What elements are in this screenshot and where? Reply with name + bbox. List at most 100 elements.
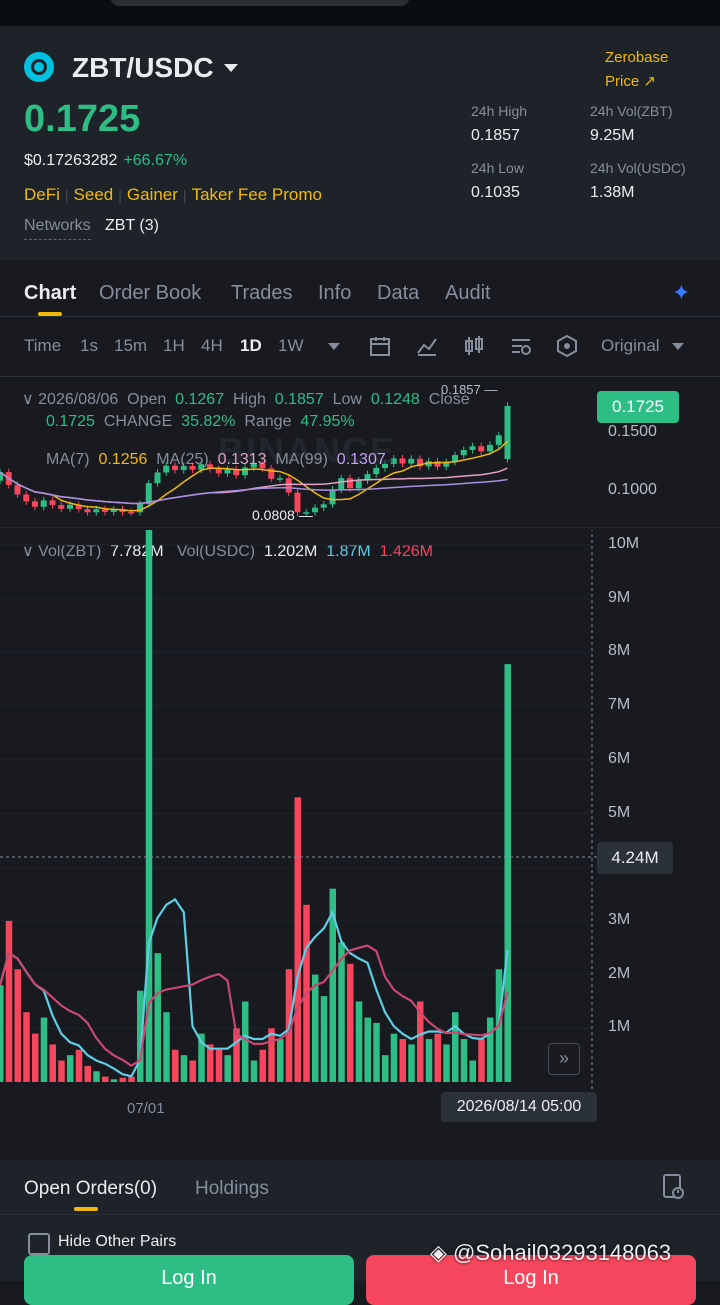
tag-separator: | <box>118 187 122 203</box>
price-axis-label: 0.1500 <box>608 423 657 440</box>
ma99-label: MA(99) <box>275 451 328 468</box>
candle-body <box>285 478 292 493</box>
high-value: 0.1857 <box>471 127 520 144</box>
tag-list: DeFi | Seed | Gainer | Taker Fee Promo <box>24 185 322 205</box>
tab-info[interactable]: Info <box>318 282 351 305</box>
networks-label[interactable]: Networks <box>24 217 91 240</box>
tab-chart[interactable]: Chart <box>24 282 76 305</box>
candle-body <box>347 478 353 489</box>
candle-body <box>67 504 73 509</box>
range-value: 47.95% <box>300 413 355 430</box>
last-price-tag: 0.1725 <box>597 391 679 423</box>
candle-body <box>154 472 161 484</box>
volume-bar <box>478 1039 485 1082</box>
vol-zbt-value: 9.25M <box>590 127 635 144</box>
range-label: Range <box>244 413 292 430</box>
volume-chart[interactable] <box>0 530 600 1090</box>
open-label: Open <box>127 391 167 408</box>
ai-sparkle-icon[interactable]: ✦ <box>672 280 690 306</box>
volume-bar <box>163 1012 170 1082</box>
volume-bar <box>40 1017 48 1082</box>
vol-usdc-label: 24h Vol(USDC) <box>590 160 686 176</box>
hide-pairs-label: Hide Other Pairs <box>58 1233 177 1250</box>
collapse-chevron-icon[interactable]: ∨ <box>22 391 38 408</box>
volume-bar <box>320 996 328 1082</box>
timeframe-time[interactable]: Time <box>24 336 61 356</box>
volume-bar <box>408 1044 415 1082</box>
candle-body <box>399 458 406 464</box>
candle-body <box>128 512 135 514</box>
volume-bar <box>49 1044 56 1082</box>
price-change: +66.67% <box>123 152 188 169</box>
tab-holdings[interactable]: Holdings <box>195 1178 269 1200</box>
volume-bar <box>259 1049 266 1082</box>
volume-bar <box>373 1022 380 1082</box>
token-logo-icon <box>24 52 54 82</box>
divider <box>0 376 720 377</box>
volume-bar <box>250 1060 258 1082</box>
volume-bar <box>487 1017 494 1082</box>
open-value: 0.1267 <box>175 391 225 408</box>
pair-selector[interactable]: ZBT/USDC <box>72 52 214 84</box>
buy-login-button[interactable]: Log In <box>24 1255 354 1305</box>
tag-gainer[interactable]: Gainer <box>127 185 178 204</box>
chevron-down-icon[interactable] <box>672 343 684 350</box>
timeframe-4h[interactable]: 4H <box>201 336 223 356</box>
calendar-icon[interactable] <box>369 335 391 357</box>
tab-order-book[interactable]: Order Book <box>99 282 201 305</box>
networks-value[interactable]: ZBT (3) <box>105 217 159 235</box>
link-line-1: Zerobase <box>605 49 669 66</box>
candle-body <box>320 504 327 508</box>
chevron-down-icon[interactable] <box>224 64 238 72</box>
indicator-icon[interactable] <box>416 335 438 357</box>
chart-settings-icon[interactable] <box>510 335 532 357</box>
candle-body <box>478 446 485 452</box>
price-axis-label: 0.1000 <box>608 481 657 498</box>
order-history-icon[interactable] <box>662 1173 684 1201</box>
tag-seed[interactable]: Seed <box>74 185 114 204</box>
tag-taker-fee-promo[interactable]: Taker Fee Promo <box>192 185 322 204</box>
timeframe-1w[interactable]: 1W <box>278 336 304 356</box>
notch <box>110 0 410 6</box>
zerobase-price-link[interactable]: Zerobase Price ↗ <box>605 46 668 94</box>
more-timeframes-chevron-icon[interactable] <box>328 343 340 350</box>
volume-bar <box>172 1049 179 1082</box>
hexagon-settings-icon[interactable] <box>556 335 578 357</box>
candle-body <box>355 480 362 489</box>
volume-bar <box>93 1071 100 1082</box>
trough-value: 0.0808 <box>252 507 295 523</box>
scroll-to-latest-button[interactable]: » <box>548 1043 580 1075</box>
volume-bar <box>443 1044 450 1082</box>
hide-pairs-checkbox[interactable] <box>28 1233 50 1255</box>
volume-bar <box>355 1001 363 1082</box>
candle-body <box>312 507 318 513</box>
timeframe-1d[interactable]: 1D <box>240 336 262 356</box>
tab-data[interactable]: Data <box>377 282 419 305</box>
low-label: Low <box>332 391 362 408</box>
volume-bar <box>294 797 301 1082</box>
volume-bar <box>5 920 13 1082</box>
tab-audit[interactable]: Audit <box>445 282 491 305</box>
volume-bar <box>399 1039 406 1082</box>
view-mode-select[interactable]: Original <box>601 336 660 356</box>
tab-trades[interactable]: Trades <box>231 282 293 305</box>
volume-axis-label: 8M <box>608 642 631 660</box>
tag-defi[interactable]: DeFi <box>24 185 60 204</box>
volume-bar <box>180 1055 188 1082</box>
volume-bar <box>14 969 21 1082</box>
x-axis-label: 07/01 <box>127 1100 165 1117</box>
candle-type-icon[interactable] <box>463 335 485 357</box>
volume-bar <box>189 1060 196 1082</box>
vol-usdc-value: 1.38M <box>590 184 635 201</box>
timeframe-1h[interactable]: 1H <box>163 336 185 356</box>
tag-separator: | <box>182 187 187 203</box>
timeframe-15m[interactable]: 15m <box>114 336 147 356</box>
ma99-value: 0.1307 <box>336 451 386 468</box>
volume-bar <box>215 1049 223 1082</box>
timeframe-1s[interactable]: 1s <box>80 336 98 356</box>
candle-body <box>495 435 502 445</box>
ohlc-line-1: ∨ 2026/08/06 Open 0.1267 High 0.1857 Low… <box>22 389 470 409</box>
volume-bar <box>207 1044 214 1082</box>
volume-bar <box>469 1060 476 1082</box>
tab-open-orders[interactable]: Open Orders(0) <box>24 1178 157 1200</box>
